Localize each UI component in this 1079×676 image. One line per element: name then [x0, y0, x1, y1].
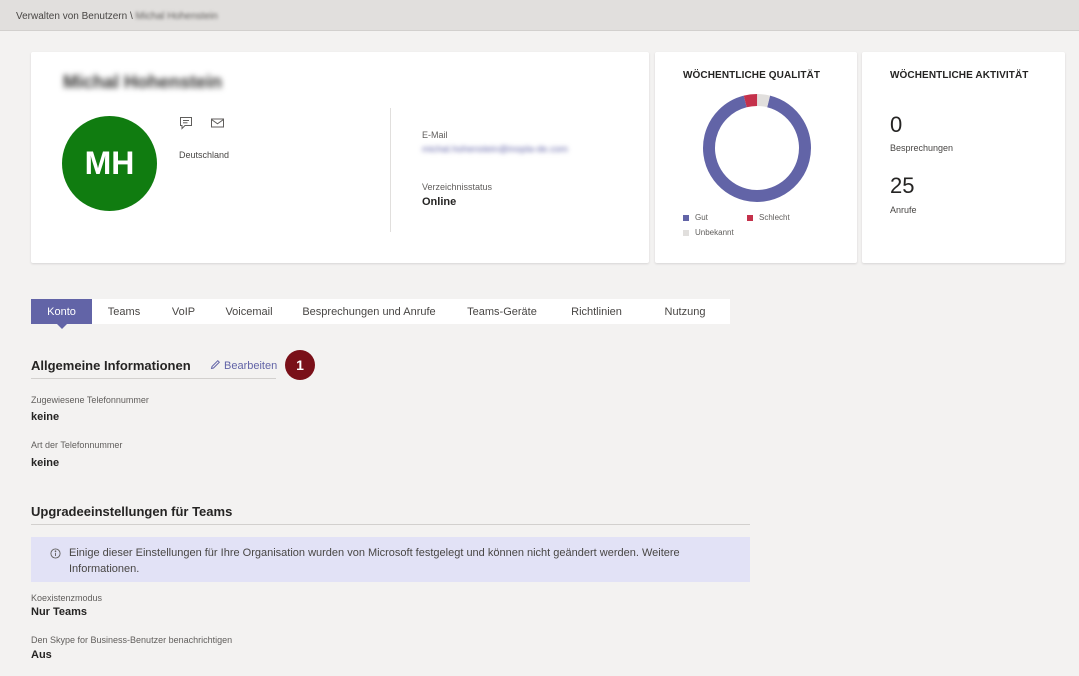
- edit-label: Bearbeiten: [224, 360, 278, 372]
- breadcrumb: Verwalten von Benutzern \ Michal Hohenst…: [16, 11, 218, 22]
- donut-slice-bad: [703, 94, 811, 202]
- breadcrumb-current: Michal Hohenstein: [135, 11, 218, 22]
- coexistence-mode-value: Nur Teams: [31, 606, 88, 618]
- quality-donut-chart: [703, 94, 811, 202]
- email-label: E-Mail: [422, 130, 448, 140]
- tab-voip[interactable]: VoIP: [156, 299, 211, 324]
- legend-label-bad: Schlecht: [759, 213, 790, 222]
- pencil-icon: [210, 359, 221, 373]
- phone-type-value: keine: [31, 457, 60, 469]
- avatar: MH: [62, 116, 157, 211]
- notify-skype-value: Aus: [31, 649, 52, 661]
- tab-meetings-and-calls[interactable]: Besprechungen und Anrufe: [287, 299, 451, 324]
- legend-item-unknown: Unbekannt: [683, 228, 734, 237]
- meetings-count: 0: [890, 112, 903, 137]
- legend-item-bad: Schlecht: [747, 213, 790, 222]
- legend-label-good: Gut: [695, 213, 708, 222]
- country-label: Deutschland: [179, 150, 230, 160]
- directory-status-value: Online: [422, 196, 457, 208]
- contact-actions: [179, 116, 225, 130]
- avatar-initials: MH: [84, 145, 135, 181]
- calls-label: Anrufe: [890, 205, 917, 215]
- weekly-activity-card: WÖCHENTLICHE AKTIVITÄT 0 Besprechungen 2…: [862, 52, 1065, 263]
- legend-swatch-unknown: [683, 229, 689, 236]
- info-icon: [50, 546, 61, 564]
- quality-card-title: WÖCHENTLICHE QUALITÄT: [683, 70, 821, 81]
- calls-count: 25: [890, 173, 915, 198]
- tab-bar: Konto Teams VoIP Voicemail Besprechungen…: [31, 299, 730, 329]
- legend-swatch-bad: [747, 214, 753, 221]
- profile-card: Michal Hohenstein MH Deutschland E-Mail …: [31, 52, 649, 263]
- mail-icon[interactable]: [210, 116, 225, 130]
- legend-item-good: Gut: [683, 213, 708, 222]
- tab-policies[interactable]: Richtlinien: [553, 299, 640, 324]
- chat-icon[interactable]: [179, 116, 193, 130]
- user-display-name: Michal Hohenstein: [63, 72, 223, 92]
- weekly-quality-card: WÖCHENTLICHE QUALITÄT Gut Schlecht Unbek…: [655, 52, 857, 263]
- phone-type-label: Art der Telefonnummer: [31, 440, 123, 450]
- top-bar: Verwalten von Benutzern \ Michal Hohenst…: [0, 0, 1079, 31]
- coexistence-mode-label: Koexistenzmodus: [31, 593, 103, 603]
- donut-slice-unknown: [703, 94, 811, 202]
- legend-label-unknown: Unbekannt: [695, 228, 734, 237]
- donut-slice-good: [703, 94, 811, 202]
- notify-skype-label: Den Skype for Business-Benutzer benachri…: [31, 635, 233, 645]
- info-banner: Einige dieser Einstellungen für Ihre Org…: [31, 537, 750, 582]
- tab-teams-devices[interactable]: Teams-Geräte: [451, 299, 553, 324]
- tab-teams[interactable]: Teams: [92, 299, 156, 324]
- assigned-phone-label: Zugewiesene Telefonnummer: [31, 395, 149, 405]
- general-info-rule: [31, 378, 276, 379]
- assigned-phone-value: keine: [31, 411, 60, 423]
- upgrade-settings-title: Upgradeeinstellungen für Teams: [31, 504, 233, 519]
- tab-voicemail[interactable]: Voicemail: [211, 299, 287, 324]
- edit-general-info-button[interactable]: Bearbeiten: [210, 359, 277, 373]
- tab-usage[interactable]: Nutzung: [640, 299, 730, 324]
- upgrade-settings-rule: [31, 524, 750, 525]
- activity-card-title: WÖCHENTLICHE AKTIVITÄT: [890, 70, 1029, 81]
- breadcrumb-separator: \: [129, 11, 133, 22]
- tab-konto[interactable]: Konto: [31, 299, 92, 329]
- general-info-title: Allgemeine Informationen: [31, 358, 191, 373]
- step-badge: 1: [285, 350, 315, 380]
- directory-status-label: Verzeichnisstatus: [422, 182, 493, 192]
- legend-swatch-good: [683, 214, 689, 221]
- info-banner-text: Einige dieser Einstellungen für Ihre Org…: [69, 547, 680, 575]
- meetings-label: Besprechungen: [890, 143, 954, 153]
- breadcrumb-parent-link[interactable]: Verwalten von Benutzern: [16, 11, 127, 22]
- profile-divider: [390, 108, 391, 232]
- email-link[interactable]: michal.hohenstein@inopla-de.com: [422, 143, 582, 157]
